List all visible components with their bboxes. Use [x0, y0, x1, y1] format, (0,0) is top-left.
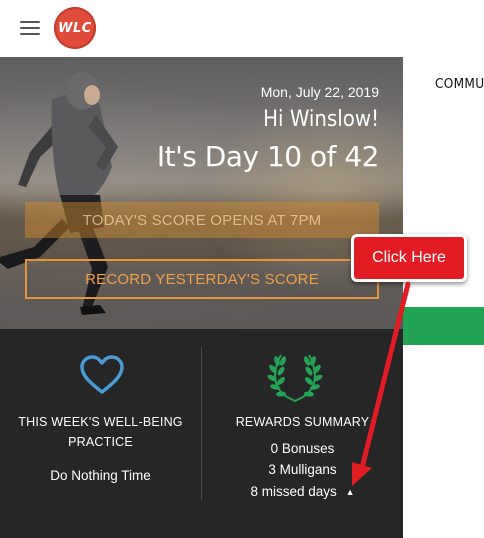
wellbeing-title: THIS WEEK'S WELL-BEING PRACTICE	[0, 412, 201, 452]
community-panel: COMMU	[403, 57, 484, 538]
current-date: Mon, July 22, 2019	[260, 84, 379, 100]
rewards-missed-days[interactable]: 8 missed days ▲	[202, 484, 403, 499]
green-action-bar[interactable]	[403, 307, 484, 345]
wellbeing-title-line2: PRACTICE	[68, 435, 133, 449]
hero-banner: Mon, July 22, 2019 Hi Winslow! It's Day …	[0, 57, 403, 329]
laurel-wreath-icon	[267, 354, 323, 403]
wellbeing-title-line1: THIS WEEK'S WELL-BEING	[18, 415, 183, 429]
caret-up-icon[interactable]: ▲	[346, 487, 355, 497]
day-counter: It's Day 10 of 42	[156, 140, 380, 173]
community-heading: COMMU	[435, 76, 484, 92]
greeting: Hi Winslow!	[263, 107, 379, 132]
heart-icon	[80, 355, 124, 394]
rewards-bonuses: 0 Bonuses	[270, 441, 335, 456]
todays-score-button: TODAY'S SCORE OPENS AT 7PM	[25, 202, 379, 238]
summary-panel: THIS WEEK'S WELL-BEING PRACTICE Do Nothi…	[0, 329, 403, 538]
missed-days-label: 8 missed days	[250, 484, 337, 499]
wlc-logo[interactable]: WLC	[54, 7, 96, 49]
hamburger-menu-icon[interactable]	[20, 21, 40, 37]
click-here-callout: Click Here	[351, 234, 467, 282]
rewards-title: REWARDS SUMMARY	[235, 415, 370, 429]
top-bar: WLC	[0, 0, 484, 58]
rewards-mulligans: 3 Mulligans	[268, 462, 337, 477]
wellbeing-practice: Do Nothing Time	[50, 468, 151, 483]
record-yesterdays-score-button[interactable]: RECORD YESTERDAY'S SCORE	[25, 259, 379, 299]
